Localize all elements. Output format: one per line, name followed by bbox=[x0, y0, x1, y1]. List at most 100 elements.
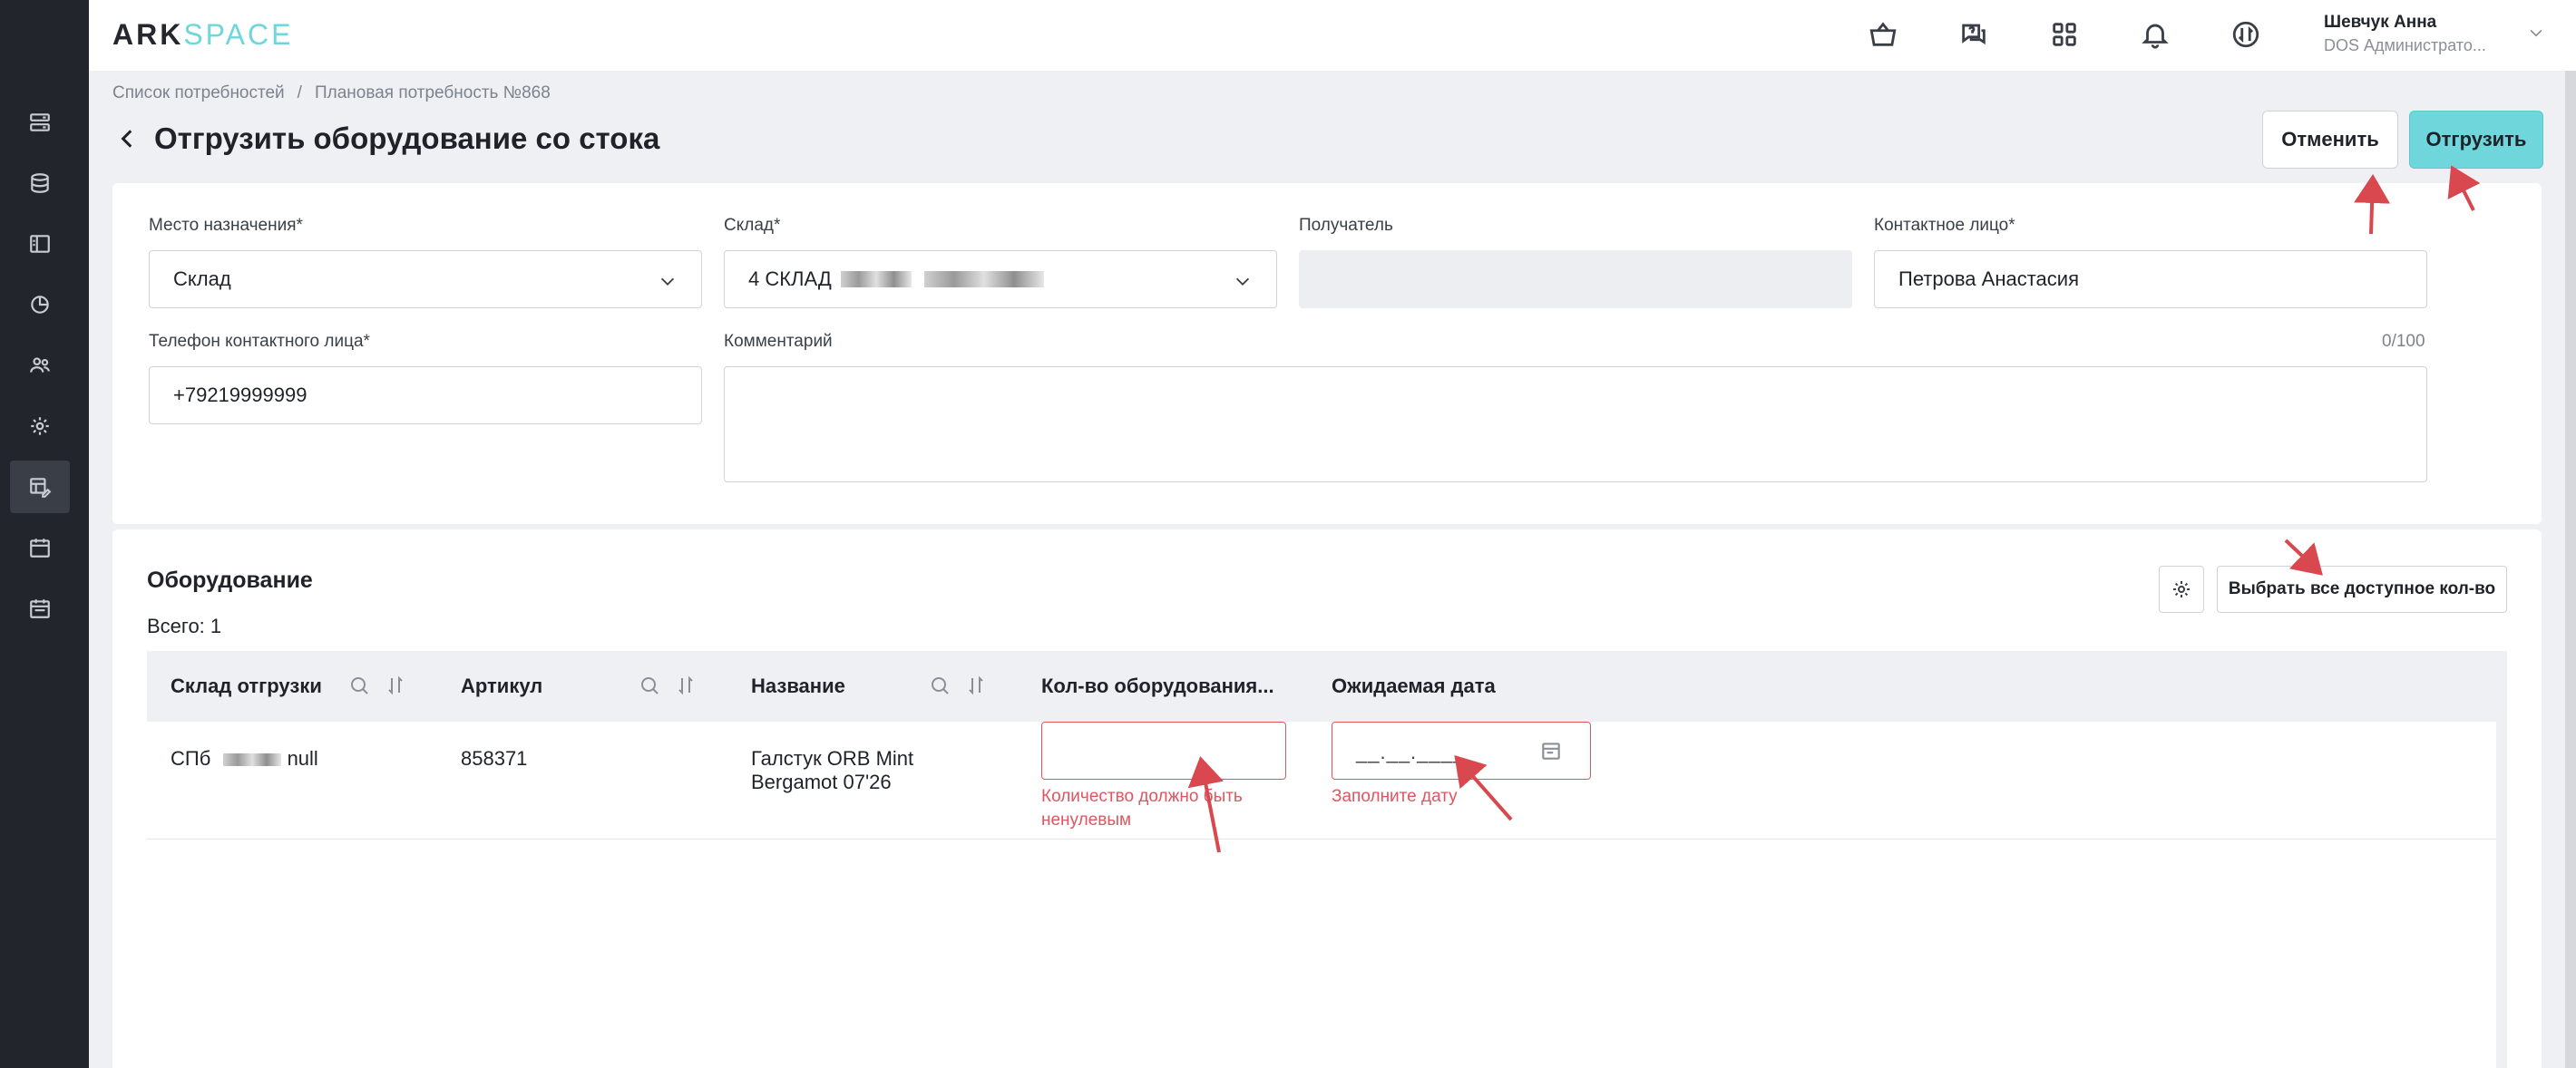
quantity-error-line-1: Количество должно быть bbox=[1041, 787, 1243, 806]
contact-label: Контактное лицо* bbox=[1874, 216, 2015, 235]
expected-date-input[interactable]: __.__.____ bbox=[1332, 722, 1591, 780]
table-scrollbar[interactable] bbox=[2496, 722, 2507, 1068]
column-header-name: Название bbox=[751, 675, 845, 697]
sidebar-item-list[interactable] bbox=[10, 96, 70, 149]
book-icon bbox=[30, 235, 50, 253]
equipment-title: Оборудование bbox=[147, 568, 313, 593]
sidebar-item-schedule[interactable] bbox=[10, 582, 70, 635]
server-list-icon bbox=[30, 113, 50, 131]
users-icon bbox=[30, 357, 50, 373]
bell-icon bbox=[2142, 24, 2169, 49]
comment-counter: 0/100 bbox=[2382, 332, 2425, 351]
app-logo[interactable]: ARKSPACE bbox=[112, 18, 293, 52]
notifications-button[interactable] bbox=[2137, 16, 2173, 53]
sidebar-item-users[interactable] bbox=[10, 339, 70, 392]
sort-icon[interactable] bbox=[965, 675, 987, 696]
breadcrumb-separator: / bbox=[297, 83, 302, 102]
page-header: Отгрузить оборудование со стока bbox=[116, 121, 659, 156]
calendar-icon[interactable] bbox=[1539, 739, 1563, 762]
table-edit-icon bbox=[30, 478, 52, 498]
pie-chart-icon bbox=[31, 296, 49, 314]
name-line-2: Bergamot 07'26 bbox=[751, 771, 892, 793]
gear-icon bbox=[2173, 581, 2190, 597]
search-icon[interactable] bbox=[348, 675, 370, 696]
logo-ark-text: ARK bbox=[112, 18, 184, 51]
shipment-form: Место назначения* Склад Склад* 4 СКЛАД П… bbox=[112, 183, 2542, 524]
basket-icon bbox=[1869, 22, 1897, 46]
sidebar bbox=[0, 0, 89, 1068]
top-bar: ARKSPACE Шевчук Анна DOS Администрато... bbox=[89, 0, 2576, 71]
destination-label: Место назначения* bbox=[149, 216, 303, 235]
warehouse-value: 4 СКЛАД bbox=[748, 267, 832, 290]
sidebar-item-calendar[interactable] bbox=[10, 521, 70, 574]
calendar-list-icon bbox=[30, 599, 50, 618]
sidebar-item-catalog[interactable] bbox=[10, 218, 70, 270]
page-scrollbar[interactable] bbox=[2565, 71, 2576, 1068]
exchange-button[interactable] bbox=[2228, 16, 2264, 53]
warehouse-label: Склад* bbox=[724, 216, 781, 235]
quantity-input[interactable] bbox=[1041, 722, 1286, 780]
sidebar-item-database[interactable] bbox=[10, 157, 70, 209]
database-icon bbox=[31, 173, 49, 193]
user-name[interactable]: Шевчук Анна bbox=[2324, 13, 2436, 33]
comment-textarea[interactable] bbox=[724, 366, 2427, 482]
contact-field[interactable]: Петрова Анастасия bbox=[1874, 250, 2427, 308]
back-arrow-icon[interactable] bbox=[116, 125, 140, 152]
warehouse-suffix: null bbox=[287, 747, 318, 770]
quantity-error-line-2: ненулевым bbox=[1041, 811, 1132, 830]
sort-icon[interactable] bbox=[385, 675, 406, 696]
chevron-down-icon bbox=[660, 277, 675, 286]
phone-field[interactable]: +79219999999 bbox=[149, 366, 702, 424]
comment-label: Комментарий bbox=[724, 332, 833, 351]
column-header-expected-date: Ожидаемая дата bbox=[1332, 675, 1496, 697]
breadcrumb: Список потребностей / Плановая потребнос… bbox=[112, 83, 551, 103]
cell-name: Галстук ORB Mint Bergamot 07'26 bbox=[751, 747, 913, 794]
phone-label: Телефон контактного лица* bbox=[149, 332, 370, 351]
redacted-text bbox=[840, 271, 912, 287]
logo-space-text: SPACE bbox=[183, 18, 294, 51]
name-line-1: Галстук ORB Mint bbox=[751, 747, 914, 770]
destination-value: Склад bbox=[173, 267, 231, 290]
search-icon[interactable] bbox=[929, 675, 951, 696]
apps-button[interactable] bbox=[2046, 16, 2083, 53]
column-tools bbox=[929, 675, 987, 696]
page-title: Отгрузить оборудование со стока bbox=[154, 121, 660, 155]
table-header: Склад отгрузки Артикул Название Кол-во о… bbox=[147, 651, 2507, 722]
cell-article: 858371 bbox=[461, 747, 528, 770]
ship-button[interactable]: Отгрузить bbox=[2409, 111, 2543, 169]
user-role: DOS Администрато... bbox=[2324, 36, 2486, 54]
quantity-error: Количество должно быть ненулевым bbox=[1041, 785, 1243, 832]
equipment-total: Всего: 1 bbox=[147, 615, 222, 637]
sidebar-item-settings[interactable] bbox=[10, 400, 70, 452]
destination-select[interactable]: Склад bbox=[149, 250, 702, 308]
select-all-available-button[interactable]: Выбрать все доступное кол-во bbox=[2217, 566, 2507, 613]
equipment-section: Оборудование Всего: 1 Выбрать все доступ… bbox=[112, 529, 2542, 1068]
redacted-text bbox=[923, 271, 1044, 287]
cell-warehouse: СПб null bbox=[171, 747, 318, 771]
warehouse-select[interactable]: 4 СКЛАД bbox=[724, 250, 1277, 308]
recipient-label: Получатель bbox=[1299, 216, 1393, 235]
chevron-down-icon[interactable] bbox=[2527, 24, 2545, 42]
sidebar-item-analytics[interactable] bbox=[10, 278, 70, 331]
sidebar-item-needs[interactable] bbox=[10, 461, 70, 513]
recipient-field bbox=[1299, 250, 1852, 308]
search-icon[interactable] bbox=[639, 675, 660, 696]
breadcrumb-item-current[interactable]: Плановая потребность №868 bbox=[315, 83, 551, 103]
column-header-warehouse: Склад отгрузки bbox=[171, 675, 322, 697]
column-header-quantity: Кол-во оборудования... bbox=[1041, 675, 1274, 697]
chevron-down-icon bbox=[1235, 277, 1250, 286]
table-settings-button[interactable] bbox=[2159, 566, 2204, 613]
support-button[interactable] bbox=[1956, 16, 1992, 53]
date-error: Заполните дату bbox=[1332, 787, 1458, 806]
warehouse-prefix: СПб bbox=[171, 747, 211, 770]
column-tools bbox=[348, 675, 406, 696]
calendar-icon bbox=[30, 539, 50, 558]
cancel-button[interactable]: Отменить bbox=[2262, 111, 2398, 169]
redacted-text bbox=[223, 753, 282, 767]
table-row: СПб null 858371 Галстук ORB Mint Bergamo… bbox=[147, 722, 2496, 840]
exchange-icon bbox=[2232, 21, 2259, 48]
basket-button[interactable] bbox=[1865, 16, 1901, 53]
chat-help-icon bbox=[1962, 24, 1986, 45]
sort-icon[interactable] bbox=[675, 675, 697, 696]
breadcrumb-item-needs-list[interactable]: Список потребностей bbox=[112, 83, 285, 103]
